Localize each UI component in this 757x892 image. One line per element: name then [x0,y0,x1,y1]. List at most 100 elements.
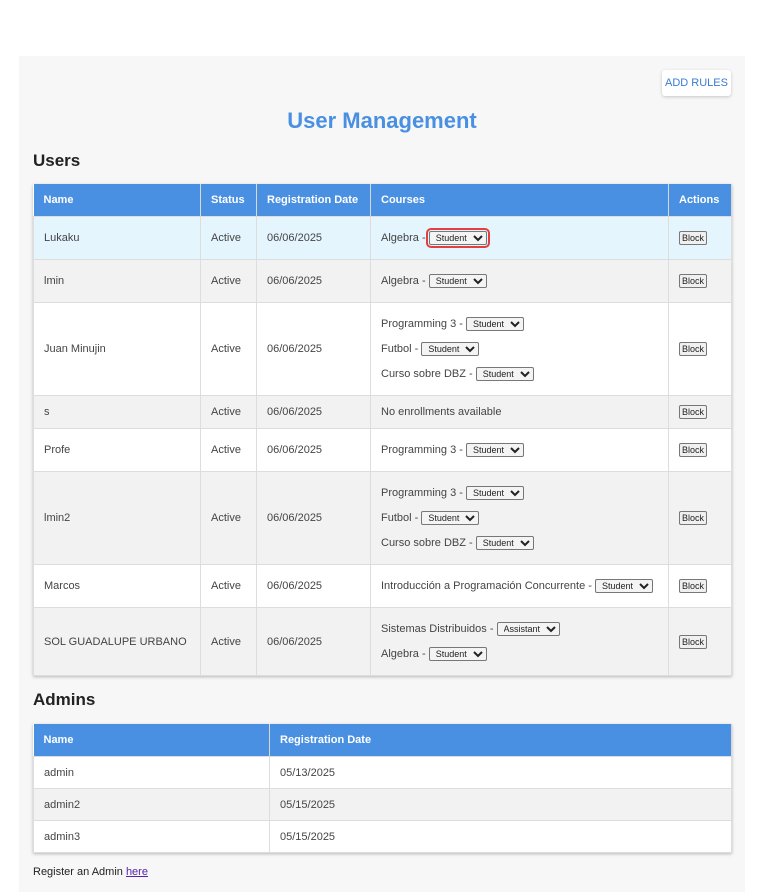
user-registration-date: 06/06/2025 [256,607,371,676]
block-button[interactable]: Block [679,579,708,593]
block-button[interactable]: Block [679,443,708,457]
course-entry: Algebra - Student [381,273,658,289]
user-actions: Block [668,607,732,676]
column-header-registration-date: Registration Date [256,184,371,217]
user-status: Active [200,428,257,472]
user-courses: Introducción a Programación Concurrente … [370,564,669,608]
user-actions: Block [668,564,732,608]
user-actions: Block [668,302,732,396]
course-name: Programming 3 - [381,318,466,330]
role-select[interactable]: Student [428,274,487,289]
user-courses: Sistemas Distribuidos - Assistant Algebra… [370,607,669,676]
role-select[interactable]: Student [475,536,534,551]
table-row: Profe Active 06/06/2025 Programming 3 - Stu… [33,428,732,472]
column-header-name: Name [33,724,270,757]
block-button[interactable]: Block [679,405,708,419]
admin-registration-date: 05/15/2025 [269,820,732,853]
users-table: Name Status Registration Date Courses Ac… [33,184,732,676]
course-name: Introducción a Programación Concurrente … [381,580,595,592]
admin-name: admin [33,756,270,789]
user-status: Active [200,302,257,396]
user-name: Juan Minujin [33,302,201,396]
user-actions: Block [668,471,732,565]
role-select[interactable]: Student [465,317,524,332]
admin-name: admin3 [33,820,270,853]
course-entry: Programming 3 - Student [381,485,658,510]
user-registration-date: 06/06/2025 [256,216,371,260]
course-name: Curso sobre DBZ - [381,368,476,380]
user-name: lmin [33,259,201,303]
user-name: Marcos [33,564,201,608]
course-name: Futbol - [381,343,422,355]
user-status: Active [200,395,257,429]
user-name: Profe [33,428,201,472]
course-entry: Algebra - Student [381,646,658,662]
user-registration-date: 06/06/2025 [256,564,371,608]
register-admin-label: Register an Admin [33,866,126,878]
block-button[interactable]: Block [679,274,708,288]
role-select[interactable]: Student [428,647,487,662]
user-registration-date: 06/06/2025 [256,259,371,303]
user-courses: Programming 3 - Student Futbol - Student C… [370,471,669,565]
role-select[interactable]: Student [595,579,653,594]
add-rules-button[interactable]: ADD RULES [662,70,731,96]
admin-registration-date: 05/13/2025 [269,756,732,789]
admin-registration-date: 05/15/2025 [269,788,732,821]
no-enrollments-text: No enrollments available [381,406,502,418]
user-actions: Block [668,216,732,260]
user-courses: Algebra - Student [370,216,669,260]
course-entry: Introducción a Programación Concurrente … [381,578,658,594]
column-header-courses: Courses [370,184,669,217]
column-header-status: Status [200,184,257,217]
page-title: User Management [287,108,477,133]
register-admin-link[interactable]: here [126,866,148,878]
users-heading: Users [33,151,81,170]
course-entry: Futbol - Student [381,510,658,535]
user-registration-date: 06/06/2025 [256,471,371,565]
role-select[interactable]: Student [421,342,480,357]
user-registration-date: 06/06/2025 [256,428,371,472]
user-name: Lukaku [33,216,201,260]
course-entry: Futbol - Student [381,341,658,366]
course-name: Algebra - [381,232,429,244]
course-name: Algebra - [381,275,429,287]
role-select[interactable]: Student [465,486,524,501]
user-actions: Block [668,428,732,472]
table-row: Marcos Active 06/06/2025 Introducción a Pro… [33,564,732,608]
course-name: Sistemas Distribuidos - [381,623,497,635]
role-select[interactable]: Student [425,228,490,249]
role-select[interactable]: Student [421,511,480,526]
table-row: SOL GUADALUPE URBANO Active 06/06/2025 Sist… [33,607,732,676]
user-courses: Programming 3 - Student Futbol - Student C… [370,302,669,396]
table-row: lmin2 Active 06/06/2025 Programming 3 - Stu… [33,471,732,565]
table-row: Juan Minujin Active 06/06/2025 Programming … [33,302,732,396]
course-name: Futbol - [381,512,422,524]
role-select[interactable]: Student [475,367,534,382]
table-row: s Active 06/06/2025 No enrollments availabl… [33,395,732,429]
column-header-registration-date: Registration Date [269,724,732,757]
table-row: lmin Active 06/06/2025 Algebra - Student Blo… [33,259,732,303]
course-name: Programming 3 - [381,444,466,456]
table-row: admin3 05/15/2025 [33,820,732,853]
course-name: Curso sobre DBZ - [381,537,476,549]
admin-name: admin2 [33,788,270,821]
course-entry: Curso sobre DBZ - Student [381,535,658,551]
course-entry: Programming 3 - Student [381,316,658,341]
user-status: Active [200,259,257,303]
role-select[interactable]: Student [465,443,524,458]
course-entry: Sistemas Distribuidos - Assistant [381,621,658,646]
users-table-header: Name Status Registration Date Courses Ac… [33,184,732,217]
user-name: SOL GUADALUPE URBANO [33,607,201,676]
block-button[interactable]: Block [679,634,708,649]
block-button[interactable]: Block [679,342,708,356]
role-select[interactable]: Assistant [496,622,560,637]
main-container: ADD RULES User Management Users Name Sta… [19,56,745,892]
course-entry: Programming 3 - Student [381,442,658,458]
user-status: Active [200,564,257,608]
admins-heading: Admins [33,690,96,709]
block-button[interactable]: Block [679,231,708,245]
user-status: Active [200,607,257,676]
user-courses: Programming 3 - Student [370,428,669,472]
block-button[interactable]: Block [679,511,708,525]
column-header-name: Name [33,184,201,217]
